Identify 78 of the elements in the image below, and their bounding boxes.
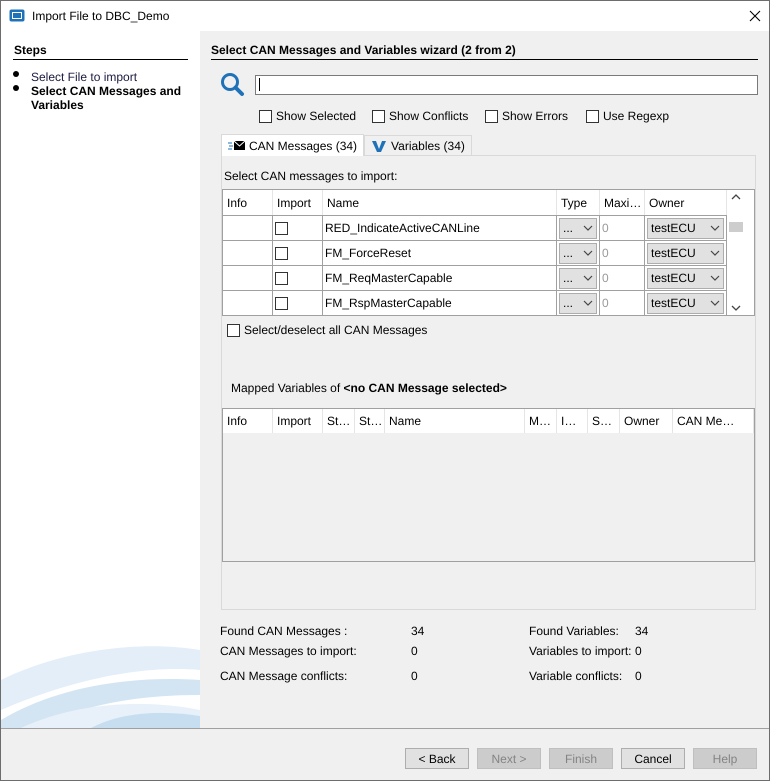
summary-label: Variables to import: xyxy=(529,644,632,658)
summary-label: CAN Messages to import: xyxy=(220,644,358,658)
checkbox[interactable] xyxy=(259,110,272,122)
type-dropdown[interactable]: ... xyxy=(559,242,597,264)
type-dropdown[interactable]: ... xyxy=(559,218,597,238)
chevron-down-icon xyxy=(710,300,720,306)
search-field[interactable] xyxy=(255,74,758,94)
wizard-title: Select CAN Messages and Variables wizard (2 from 2) xyxy=(211,41,758,60)
close-icon[interactable] xyxy=(749,10,761,22)
summary-value: 0 xyxy=(411,669,419,683)
checkbox[interactable] xyxy=(372,110,385,122)
summary-value: 34 xyxy=(411,624,426,638)
table-cell: 0 xyxy=(600,265,645,290)
text-cursor xyxy=(259,78,260,91)
checkbox-label: Show Errors xyxy=(502,109,568,123)
summary-label: Found Variables: xyxy=(529,624,620,638)
checkbox[interactable] xyxy=(275,222,288,234)
checkbox[interactable] xyxy=(275,272,288,284)
bullet-icon xyxy=(13,85,19,91)
scroll-thumb[interactable] xyxy=(729,222,743,232)
summary-value: 34 xyxy=(635,624,650,638)
table-cell: 0 xyxy=(600,215,645,240)
summary-label: CAN Message conflicts: xyxy=(220,669,348,683)
checkbox[interactable] xyxy=(227,324,240,336)
steps-title: Steps xyxy=(13,41,188,60)
column-header[interactable]: Type xyxy=(557,190,600,215)
dialog-button[interactable]: Cancel xyxy=(621,748,685,769)
checkbox[interactable] xyxy=(275,246,288,260)
chevron-down-icon xyxy=(583,224,593,232)
checkbox-label: Use Regexp xyxy=(603,109,670,123)
v-letter-icon xyxy=(371,138,388,152)
checkbox-label: Select/deselect all CAN Messages xyxy=(244,323,428,337)
summary-label: Variable conflicts: xyxy=(529,669,624,683)
owner-dropdown[interactable]: testECU xyxy=(647,242,724,264)
tab[interactable]: CAN Messages (34) xyxy=(221,134,364,156)
table-cell: RED_IndicateActiveCANLine xyxy=(323,215,557,240)
table-cell: 0 xyxy=(600,240,645,265)
chevron-down-icon xyxy=(710,224,720,232)
table-cell: FM_RspMasterCapable xyxy=(323,290,557,315)
mapped-caption: Mapped Variables of <no CAN Message selected> xyxy=(231,381,508,395)
chevron-down-icon xyxy=(583,250,593,256)
window-title: Import File to DBC_Demo xyxy=(32,9,170,23)
checkbox[interactable] xyxy=(586,110,599,122)
scroll-up-icon[interactable] xyxy=(730,192,742,201)
table-cell: 0 xyxy=(600,290,645,315)
summary-value: 0 xyxy=(635,644,643,658)
chevron-down-icon xyxy=(710,250,720,256)
type-dropdown[interactable]: ... xyxy=(559,292,597,314)
summary-value: 0 xyxy=(411,644,419,658)
column-header[interactable]: Maxi… xyxy=(600,190,645,215)
checkbox[interactable] xyxy=(275,296,288,310)
checkbox-label: Show Conflicts xyxy=(389,109,468,123)
chevron-down-icon xyxy=(583,300,593,306)
summary-value: 0 xyxy=(635,669,643,683)
table-caption: Select CAN messages to import: xyxy=(223,168,398,185)
column-header[interactable]: Info xyxy=(223,190,273,215)
checkbox-label: Show Selected xyxy=(276,109,356,123)
summary-label: Found CAN Messages : xyxy=(220,624,348,638)
chevron-down-icon xyxy=(583,274,593,282)
chevron-down-icon xyxy=(710,274,720,282)
tab[interactable]: Variables (34) xyxy=(364,135,472,155)
column-header[interactable]: Name xyxy=(323,190,557,215)
type-dropdown[interactable]: ... xyxy=(559,268,597,288)
step-item: Select CAN Messages and Variables xyxy=(31,84,182,112)
search-icon xyxy=(221,73,244,96)
scroll-down-icon[interactable] xyxy=(730,304,742,313)
checkbox[interactable] xyxy=(485,110,498,122)
app-icon xyxy=(9,8,25,24)
owner-dropdown[interactable]: testECU xyxy=(647,218,724,238)
table-cell: FM_ForceReset xyxy=(323,240,557,265)
envelope-icon xyxy=(228,139,245,152)
owner-dropdown[interactable]: testECU xyxy=(647,292,724,314)
dialog-button[interactable]: < Back xyxy=(405,748,469,769)
bullet-icon xyxy=(13,71,19,77)
column-header[interactable]: Import xyxy=(273,190,323,215)
step-item: Select File to import xyxy=(31,70,138,84)
owner-dropdown[interactable]: testECU xyxy=(647,268,724,288)
table-cell: FM_ReqMasterCapable xyxy=(323,265,557,290)
